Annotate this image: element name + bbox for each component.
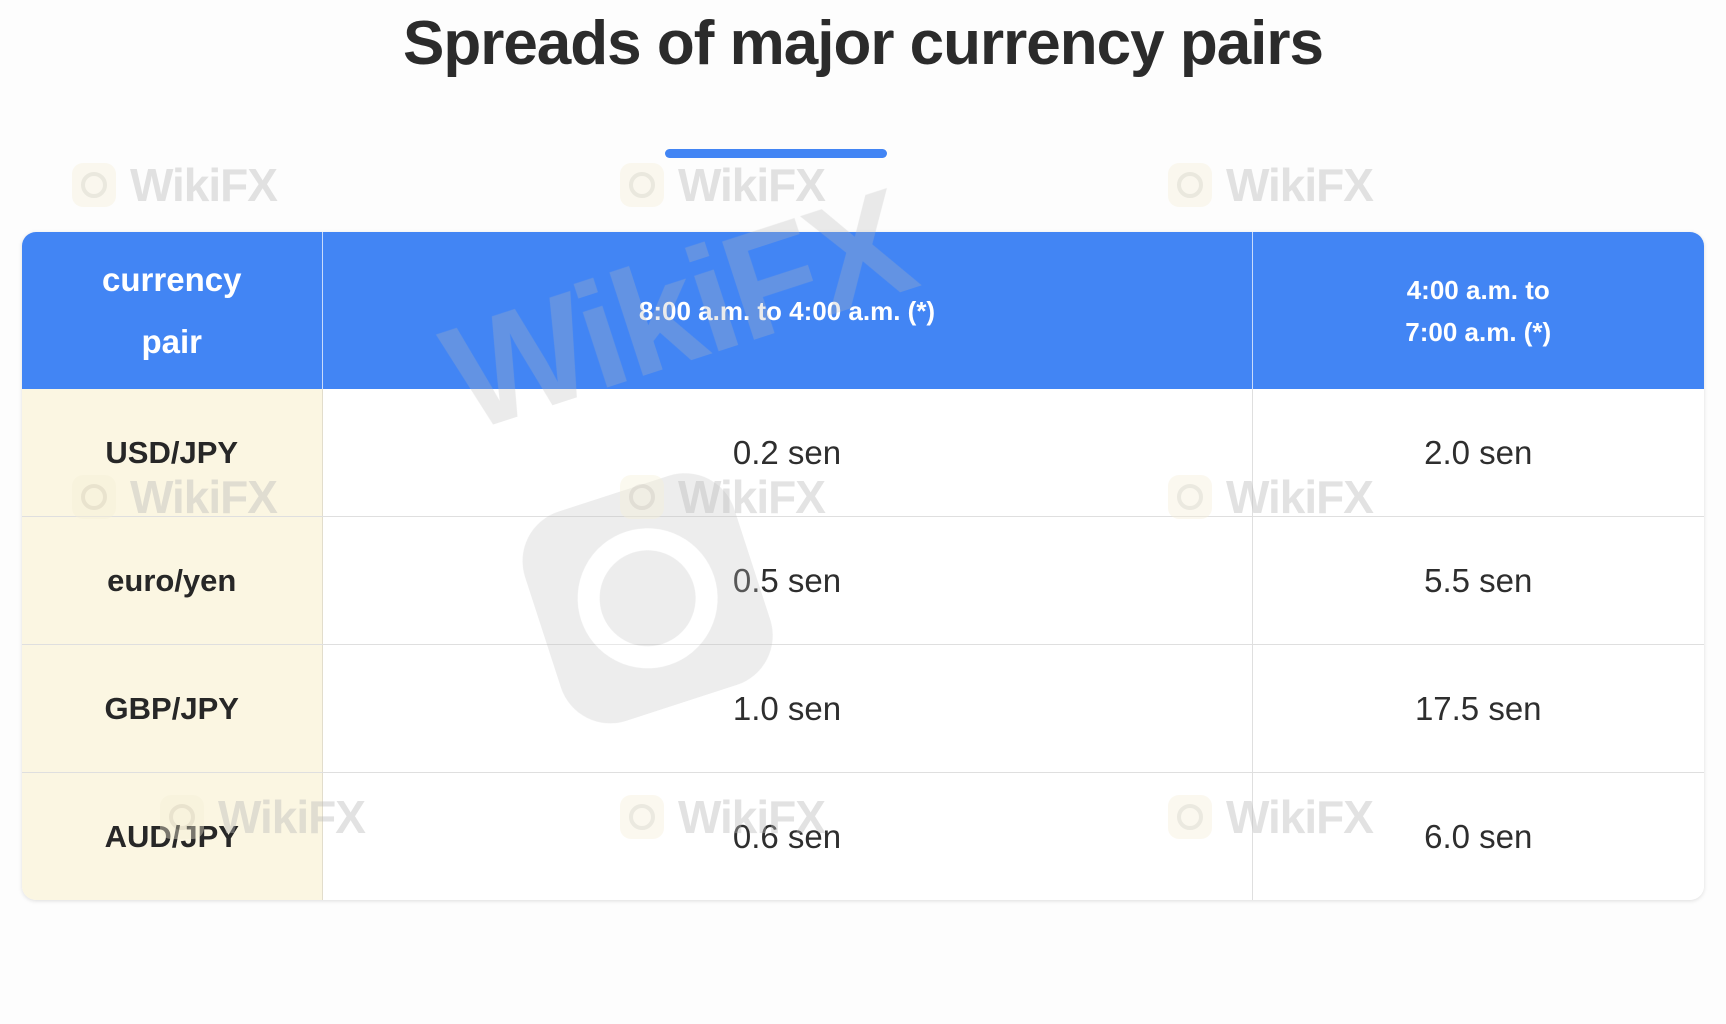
page-root: Spreads of major currency pairs WikiFX W… xyxy=(0,0,1726,1024)
wikifx-logo-icon xyxy=(72,163,116,207)
column-header-day-session: 8:00 a.m. to 4:00 a.m. (*) xyxy=(322,232,1252,389)
cell-early-spread: 6.0 sen xyxy=(1252,772,1704,900)
spreads-table-container: currency pair 8:00 a.m. to 4:00 a.m. (*)… xyxy=(22,232,1704,900)
watermark: WikiFX xyxy=(72,158,278,212)
column-header-early-session-line1: 4:00 a.m. to xyxy=(1406,274,1550,305)
cell-currency-pair: USD/JPY xyxy=(22,389,323,517)
column-header-currency-pair: currency pair xyxy=(22,232,323,389)
column-header-early-session-line2: 7:00 a.m. (*) xyxy=(1405,316,1552,347)
column-header-currency-pair-line1: currency xyxy=(102,260,242,298)
page-title: Spreads of major currency pairs xyxy=(402,9,1324,78)
table-row: euro/yen 0.5 sen 5.5 sen xyxy=(22,516,1704,645)
cell-day-spread: 1.0 sen xyxy=(322,644,1253,773)
cell-day-spread: 0.2 sen xyxy=(322,389,1253,517)
watermark-label: WikiFX xyxy=(678,159,826,211)
cell-currency-pair: GBP/JPY xyxy=(22,644,323,773)
watermark: WikiFX xyxy=(1168,158,1374,212)
cell-day-spread: 0.5 sen xyxy=(322,516,1253,645)
watermark-label: WikiFX xyxy=(130,159,278,211)
column-header-day-session-text: 8:00 a.m. to 4:00 a.m. (*) xyxy=(638,295,936,326)
watermark: WikiFX xyxy=(620,158,826,212)
cell-early-spread: 5.5 sen xyxy=(1252,516,1704,645)
column-header-early-session: 4:00 a.m. to 7:00 a.m. (*) xyxy=(1251,232,1704,389)
table-row: USD/JPY 0.2 sen 2.0 sen xyxy=(22,389,1704,517)
cell-early-spread: 17.5 sen xyxy=(1252,644,1704,773)
title-accent-bar xyxy=(665,149,887,158)
cell-day-spread: 0.6 sen xyxy=(322,772,1253,900)
table-row: AUD/JPY 0.6 sen 6.0 sen xyxy=(22,772,1704,900)
table-header-row: currency pair 8:00 a.m. to 4:00 a.m. (*)… xyxy=(22,232,1704,389)
spreads-table: currency pair 8:00 a.m. to 4:00 a.m. (*)… xyxy=(22,232,1704,900)
cell-early-spread: 2.0 sen xyxy=(1252,389,1704,517)
wikifx-logo-icon xyxy=(1168,163,1212,207)
table-row: GBP/JPY 1.0 sen 17.5 sen xyxy=(22,644,1704,773)
cell-currency-pair: euro/yen xyxy=(22,516,323,645)
table-header: currency pair 8:00 a.m. to 4:00 a.m. (*)… xyxy=(22,232,1704,389)
table-body: USD/JPY 0.2 sen 2.0 sen euro/yen 0.5 sen… xyxy=(22,389,1704,900)
cell-currency-pair: AUD/JPY xyxy=(22,772,323,900)
watermark-label: WikiFX xyxy=(1226,159,1374,211)
wikifx-logo-icon xyxy=(620,163,664,207)
column-header-currency-pair-line2: pair xyxy=(141,322,203,360)
